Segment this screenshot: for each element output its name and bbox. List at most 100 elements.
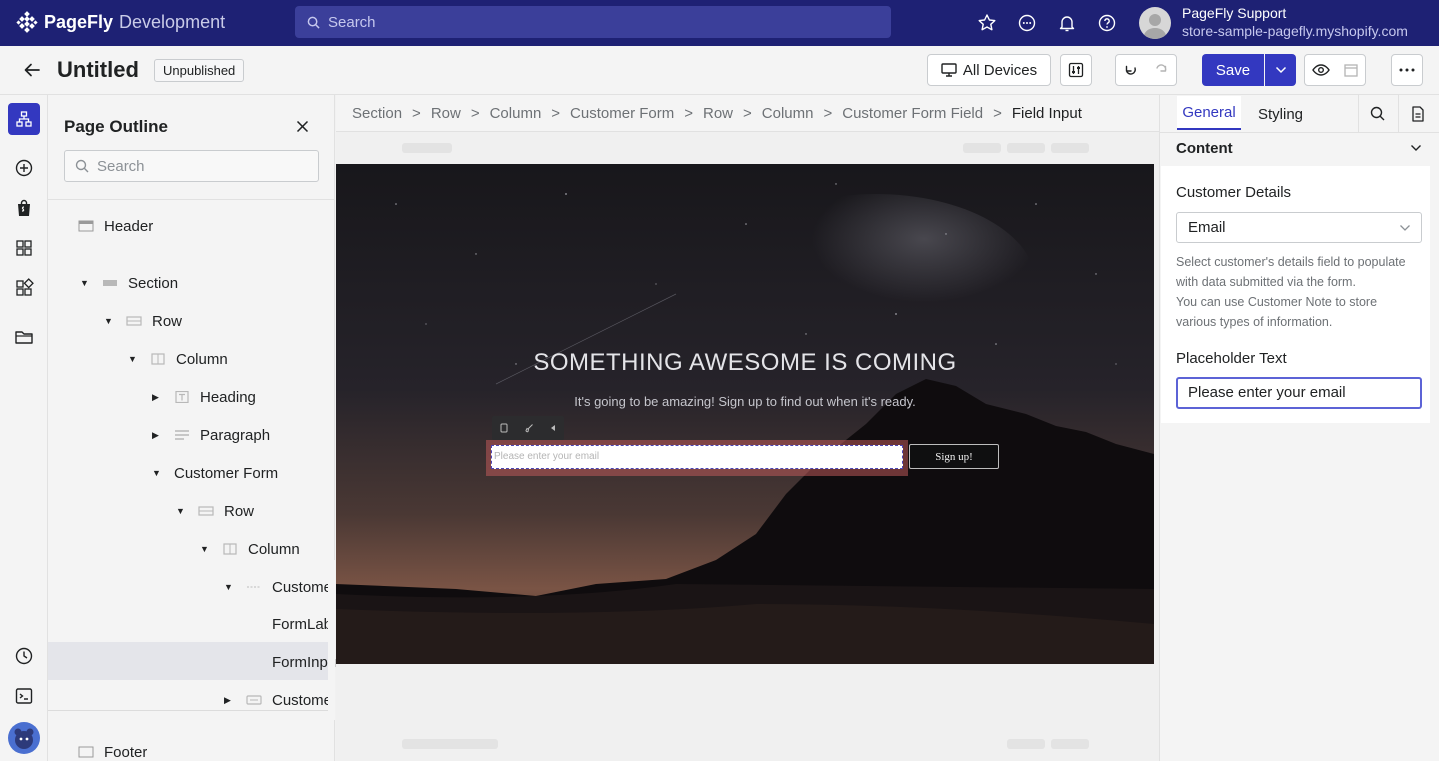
placeholder-skeleton (402, 739, 498, 749)
signup-button[interactable]: Sign up! (909, 444, 999, 469)
star-icon[interactable] (977, 13, 997, 33)
chevron-right-icon: > (684, 104, 693, 122)
tab-general[interactable]: General (1177, 96, 1241, 130)
eye-icon[interactable] (1311, 63, 1330, 77)
outline-item-column[interactable]: ▼ Column (128, 340, 228, 378)
search-icon (307, 16, 320, 29)
outline-item-column[interactable]: ▼ Column (200, 530, 300, 568)
tab-styling[interactable]: Styling (1258, 106, 1303, 123)
button-block-icon (246, 695, 262, 705)
breadcrumb-item[interactable]: Column (490, 105, 542, 122)
breadcrumb-item[interactable]: Customer Form Field (842, 105, 983, 122)
chevron-down-icon[interactable] (1410, 144, 1422, 152)
caret-left-icon[interactable] (549, 423, 557, 433)
back-arrow-icon[interactable] (23, 61, 41, 79)
bell-icon[interactable] (1057, 13, 1077, 33)
outline-item-row[interactable]: ▼ Row (104, 302, 182, 340)
history-clock-icon[interactable] (14, 646, 34, 666)
outline-item-heading[interactable]: ▶ Heading (152, 378, 256, 416)
outline-item-section[interactable]: ▼ Section (80, 264, 178, 302)
templates-icon[interactable] (14, 238, 34, 258)
undo-icon[interactable] (1123, 62, 1139, 78)
placeholder-skeleton (1051, 143, 1089, 153)
device-selector-button[interactable]: All Devices (927, 54, 1051, 86)
placeholder-text-label: Placeholder Text (1176, 350, 1287, 367)
folder-icon[interactable] (14, 327, 34, 347)
close-icon[interactable] (296, 120, 309, 133)
chevron-right-icon: > (743, 104, 752, 122)
caret-right-icon[interactable]: ▶ (152, 430, 162, 441)
layout-settings-button[interactable] (1060, 54, 1092, 86)
help-text-line: with data submitted via the form. (1176, 275, 1356, 289)
outline-search-input[interactable]: Search (64, 150, 319, 182)
column-block-icon (151, 353, 165, 365)
caret-down-icon[interactable]: ▼ (152, 468, 162, 478)
outline-item-label: Custome (272, 691, 333, 709)
caret-right-icon[interactable]: ▶ (152, 392, 162, 403)
outline-item-form-input[interactable]: FormInpu (272, 643, 336, 681)
outline-item-footer[interactable]: Footer (78, 736, 147, 761)
outline-tool-button[interactable] (8, 103, 40, 135)
caret-right-icon[interactable]: ▶ (224, 695, 234, 706)
pagefly-logo-icon (16, 11, 38, 33)
row-block-icon (198, 506, 214, 516)
outline-item-row[interactable]: ▼ Row (176, 492, 254, 530)
global-search-input[interactable]: Search (295, 6, 891, 38)
add-element-icon[interactable] (14, 158, 34, 178)
breadcrumb-item[interactable]: Row (431, 105, 461, 122)
more-options-button[interactable] (1391, 54, 1423, 86)
apps-icon[interactable] (14, 278, 34, 298)
outline-item-customer-form-submit[interactable]: ▶ Custome (224, 681, 332, 719)
save-button[interactable]: Save (1202, 54, 1264, 86)
hero-heading[interactable]: SOMETHING AWESOME IS COMING (336, 349, 1154, 377)
content-section-title[interactable]: Content (1176, 140, 1233, 157)
placeholder-text-input[interactable]: Please enter your email (1176, 377, 1422, 409)
help-text-line: various types of information. (1176, 315, 1333, 329)
caret-down-icon[interactable]: ▼ (224, 582, 234, 592)
outline-item-label: Customer Form (174, 464, 279, 482)
caret-down-icon[interactable]: ▼ (200, 544, 210, 554)
account-avatar[interactable] (8, 722, 40, 754)
chat-icon[interactable] (1017, 13, 1037, 33)
redo-icon[interactable] (1153, 62, 1169, 78)
outline-item-customer-form-field[interactable]: ▼ Custome (224, 568, 332, 606)
caret-down-icon[interactable]: ▼ (128, 354, 138, 364)
hero-paragraph[interactable]: It's going to be amazing! Sign up to fin… (336, 394, 1154, 409)
breadcrumb-item[interactable]: Row (703, 105, 733, 122)
publish-icon[interactable] (1343, 62, 1359, 78)
shopify-bag-icon[interactable] (14, 198, 34, 218)
breadcrumb-item[interactable]: Customer Form (570, 105, 674, 122)
help-icon[interactable] (1097, 13, 1117, 33)
outline-item-header[interactable]: Header (78, 207, 153, 245)
copy-icon[interactable] (499, 423, 509, 433)
breadcrumb-item[interactable]: Section (352, 105, 402, 122)
brush-icon[interactable] (524, 423, 534, 433)
user-avatar-icon (1143, 14, 1167, 39)
caret-down-icon[interactable]: ▼ (80, 278, 90, 288)
outline-search-placeholder: Search (97, 157, 145, 175)
customer-details-select[interactable]: Email (1176, 212, 1422, 243)
brand-suffix: Development (119, 11, 226, 32)
customer-details-value: Email (1188, 219, 1226, 236)
hero-section[interactable]: SOMETHING AWESOME IS COMING It's going t… (336, 164, 1154, 664)
outline-item-label: Heading (200, 388, 256, 406)
caret-down-icon[interactable]: ▼ (176, 506, 186, 516)
caret-down-icon[interactable]: ▼ (104, 316, 114, 326)
outline-title: Page Outline (64, 117, 168, 136)
store-url: store-sample-pagefly.myshopify.com (1182, 23, 1408, 39)
outline-item-customer-form[interactable]: ▼ Customer Form (152, 454, 278, 492)
search-icon[interactable] (1370, 106, 1385, 121)
terminal-icon[interactable] (14, 686, 34, 706)
email-input[interactable]: Please enter your email (491, 445, 903, 469)
outline-item-form-label[interactable]: FormLab (272, 605, 332, 643)
document-icon[interactable] (1411, 106, 1425, 122)
outline-item-paragraph[interactable]: ▶ Paragraph (152, 416, 270, 454)
outline-scroll-gutter (328, 560, 335, 720)
page-title[interactable]: Untitled (57, 57, 139, 83)
user-avatar[interactable] (1139, 7, 1171, 39)
save-options-button[interactable] (1265, 54, 1296, 86)
brand-logo[interactable]: PageFly Development (16, 11, 225, 33)
more-horizontal-icon (1399, 68, 1415, 72)
breadcrumb-item[interactable]: Column (762, 105, 814, 122)
outline-item-label: FormInpu (272, 653, 337, 671)
